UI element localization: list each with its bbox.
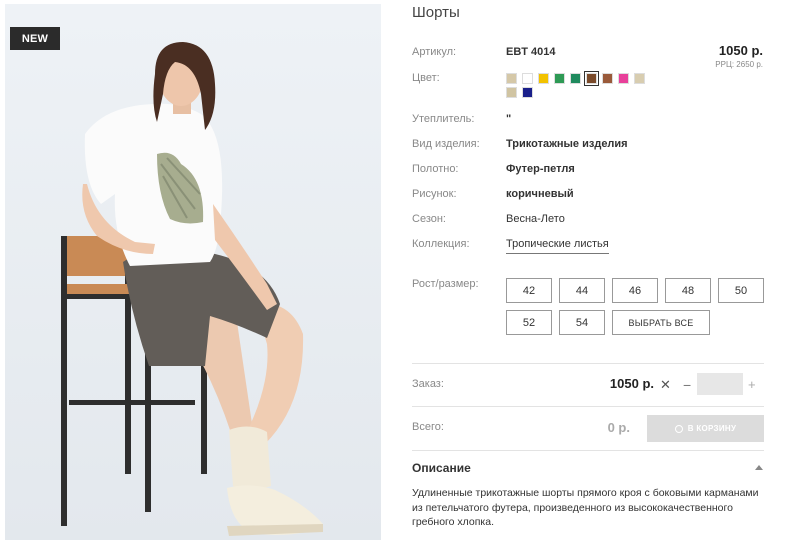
size-button-48[interactable]: 48 [665,278,711,303]
model-illustration [5,4,381,540]
season-label: Сезон: [412,213,446,225]
size-grid: 42 44 46 48 50 52 54 ВЫБРАТЬ ВСЕ [506,278,764,335]
color-swatch[interactable] [634,73,645,84]
sku-value: EBT 4014 [506,46,556,58]
size-button-50[interactable]: 50 [718,278,764,303]
color-swatch[interactable] [554,73,565,84]
total-value: 0 р. [607,420,630,435]
size-label: Рост/размер: [412,278,479,290]
size-button-54[interactable]: 54 [559,310,605,335]
color-swatch[interactable] [506,73,517,84]
quantity-input[interactable] [697,373,743,395]
size-button-44[interactable]: 44 [559,278,605,303]
total-label: Всего: [412,421,444,433]
color-swatch[interactable] [522,87,533,98]
collection-link[interactable]: Тропические листья [506,238,609,254]
pattern-label: Рисунок: [412,188,457,200]
type-value: Трикотажные изделия [506,138,628,150]
color-label: Цвет: [412,72,440,84]
description-title[interactable]: Описание [412,461,471,475]
insulation-label: Утеплитель: [412,113,475,125]
new-badge: NEW [10,27,60,50]
product-photo[interactable]: NEW [5,4,381,540]
divider [412,450,764,451]
fabric-value: Футер-петля [506,163,575,175]
cart-icon [674,424,683,433]
pattern-value: коричневый [506,188,574,200]
color-swatch[interactable] [602,73,613,84]
color-swatch[interactable] [570,73,581,84]
fabric-label: Полотно: [412,163,459,175]
season-value: Весна-Лето [506,213,565,225]
color-swatch[interactable] [522,73,533,84]
decrement-button[interactable]: − [683,377,691,393]
size-button-46[interactable]: 46 [612,278,658,303]
size-button-52[interactable]: 52 [506,310,552,335]
type-label: Вид изделия: [412,138,480,150]
order-price: 1050 р. [609,376,654,391]
increment-button[interactable]: + [748,377,756,392]
add-to-cart-label: В КОРЗИНУ [687,424,737,433]
divider [412,406,764,407]
sku-label: Артикул: [412,46,457,58]
add-to-cart-button[interactable]: В КОРЗИНУ [647,415,764,442]
insulation-value: " [506,113,512,125]
collection-label: Коллекция: [412,238,470,250]
product-price: 1050 р. [718,43,763,58]
color-swatch[interactable] [618,73,629,84]
remove-icon[interactable]: ✕ [660,377,671,393]
size-button-42[interactable]: 42 [506,278,552,303]
color-swatch[interactable] [584,71,599,86]
order-label: Заказ: [412,378,444,390]
description-text: Удлиненные трикотажные шорты прямого кро… [412,487,759,528]
color-swatches [506,71,646,98]
color-swatch[interactable] [506,87,517,98]
product-title: Шорты [412,4,460,21]
collapse-arrow-icon[interactable] [755,465,763,470]
divider [412,363,764,364]
select-all-sizes-button[interactable]: ВЫБРАТЬ ВСЕ [612,310,710,335]
color-swatch[interactable] [538,73,549,84]
rrp-price: РРЦ: 2650 р. [715,60,763,69]
